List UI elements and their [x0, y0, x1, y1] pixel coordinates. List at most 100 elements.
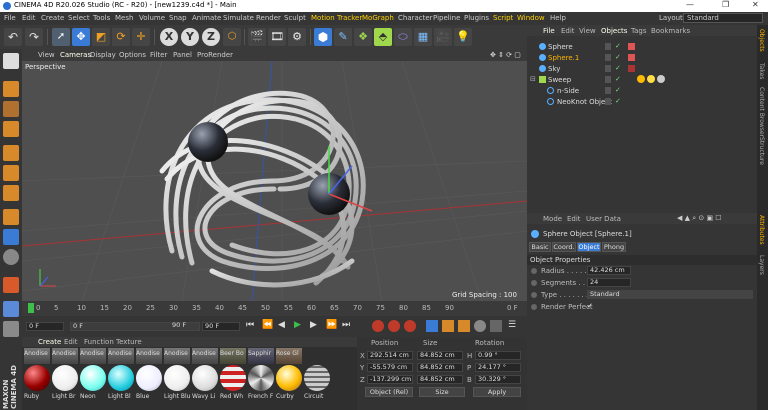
close-icon[interactable]: ✕ [752, 0, 759, 9]
minimize-icon[interactable]: — [686, 0, 694, 9]
tab-coord[interactable]: Coord. [552, 242, 576, 252]
enabled-check[interactable]: ✓ [615, 97, 621, 105]
material-tag-icon[interactable] [628, 54, 635, 61]
viewport-menu-prorender[interactable]: ProRender [197, 51, 233, 59]
menu-render[interactable]: Render [256, 14, 281, 22]
material-circuit[interactable] [304, 365, 330, 391]
material-menu-edit[interactable]: Edit [64, 338, 78, 346]
go-to-start-icon[interactable]: ⏮ [246, 320, 259, 332]
position-z-field[interactable]: -137.299 cm [367, 375, 413, 384]
am-menu-edit[interactable]: Edit [567, 215, 581, 223]
menu-window[interactable]: Window [517, 14, 545, 22]
om-menu-file[interactable]: File [543, 27, 555, 35]
menu-plugins[interactable]: Plugins [464, 14, 489, 22]
object-row-sphere-1[interactable]: Sphere.1 ✓ [527, 53, 757, 64]
move-icon[interactable]: ✥ [72, 28, 90, 46]
array-icon[interactable]: ⬘ [374, 28, 392, 46]
undo-icon[interactable]: ↶ [4, 28, 22, 46]
menu-pipeline[interactable]: Pipeline [433, 14, 460, 22]
deformer-icon[interactable]: ⬭ [394, 28, 412, 46]
menu-simulate[interactable]: Simulate [223, 14, 254, 22]
rotate-icon[interactable]: ⟳ [112, 28, 130, 46]
object-row-sphere[interactable]: Sphere ✓ [527, 42, 757, 53]
om-menu-view[interactable]: View [579, 27, 596, 35]
segments-field[interactable]: 24 [587, 278, 631, 287]
size-y-field[interactable]: 84.852 cm [417, 363, 463, 372]
side-tab-structure[interactable]: Structure [758, 137, 765, 165]
go-to-end-icon[interactable]: ⏭ [342, 320, 355, 332]
viewport-menu-panel[interactable]: Panel [173, 51, 192, 59]
position-y-field[interactable]: -55.579 cm [367, 363, 413, 372]
viewport-menu-options[interactable]: Options [119, 51, 146, 59]
position-key-icon[interactable] [426, 320, 438, 332]
play-icon[interactable]: ▶ [294, 320, 307, 332]
start-frame-field[interactable]: 0 F [26, 322, 64, 331]
layout-icon[interactable] [3, 321, 19, 337]
enabled-check[interactable]: ✓ [615, 42, 621, 50]
collapse-icon[interactable]: ⊟ [530, 75, 536, 83]
side-tab-takes[interactable]: Takes [758, 63, 765, 79]
max-frame-field[interactable]: 90 F [170, 322, 200, 331]
points-mode-icon[interactable] [3, 145, 19, 161]
menu-character[interactable]: Character [398, 14, 433, 22]
rotation-p-field[interactable]: 24.177 ° [475, 363, 521, 372]
maximize-icon[interactable]: ❐ [722, 0, 729, 9]
om-menu-objects[interactable]: Objects [601, 27, 627, 35]
next-key-icon[interactable]: ⏩ [326, 320, 339, 332]
position-x-field[interactable]: 292.514 cm [367, 351, 413, 360]
x-axis-icon[interactable]: X [160, 28, 178, 46]
material-light-blue[interactable] [108, 365, 134, 391]
om-menu-bookmarks[interactable]: Bookmarks [651, 27, 690, 35]
material-tag-icon[interactable] [628, 65, 635, 72]
menu-select[interactable]: Select [68, 14, 90, 22]
snapping-icon[interactable] [3, 249, 19, 265]
viewport-menu-display[interactable]: Display [90, 51, 116, 59]
type-anim-dot[interactable] [531, 292, 537, 298]
polygons-mode-icon[interactable] [3, 185, 19, 201]
render-perfect-checkbox[interactable]: ✓ [587, 302, 593, 310]
radius-field[interactable]: 42.426 cm [587, 266, 631, 275]
timeline-playhead[interactable] [28, 303, 34, 313]
y-axis-icon[interactable]: Y [181, 28, 199, 46]
size-z-field[interactable]: 84.852 cm [417, 375, 463, 384]
point-level-icon[interactable] [490, 320, 502, 332]
material-red-white[interactable] [220, 365, 246, 391]
z-axis-icon[interactable]: Z [202, 28, 220, 46]
material-light-bright[interactable] [52, 365, 78, 391]
object-row-neoknot[interactable]: NeoKnot Object ✓ [527, 97, 757, 108]
menu-file[interactable]: File [4, 14, 16, 22]
object-row-n-side[interactable]: n-Side ✓ [527, 86, 757, 97]
camera-icon[interactable]: 🎥 [434, 28, 452, 46]
material-ruby[interactable] [24, 365, 50, 391]
material-tag-icon[interactable] [637, 75, 645, 83]
am-menu-user-data[interactable]: User Data [586, 215, 621, 223]
visibility-dots[interactable] [605, 43, 611, 50]
step-back-icon[interactable]: ◀ [278, 320, 291, 332]
side-tab-objects[interactable]: Objects [758, 29, 765, 52]
object-row-sky[interactable]: Sky ✓ [527, 64, 757, 75]
material-blue[interactable] [136, 365, 162, 391]
autokey-icon[interactable] [388, 320, 400, 332]
step-forward-icon[interactable]: ▶ [310, 320, 323, 332]
tab-phong[interactable]: Phong [602, 242, 626, 252]
menu-mograph[interactable]: MoGraph [362, 14, 394, 22]
rotation-key-icon[interactable] [458, 320, 470, 332]
material-tag-icon[interactable] [628, 43, 635, 50]
material-menu-create[interactable]: Create [38, 338, 61, 346]
scale-icon[interactable]: ◩ [92, 28, 110, 46]
menu-volume[interactable]: Volume [139, 14, 165, 22]
render-view-icon[interactable]: 🎬 [248, 28, 266, 46]
rotation-h-field[interactable]: 0.99 ° [475, 351, 521, 360]
menu-sculpt[interactable]: Sculpt [284, 14, 306, 22]
viewport-menu-view[interactable]: View [38, 51, 55, 59]
floor-icon[interactable]: ▦ [414, 28, 432, 46]
segments-anim-dot[interactable] [531, 280, 537, 286]
workplane-lock-icon[interactable] [3, 277, 19, 293]
am-menu-mode[interactable]: Mode [543, 215, 562, 223]
material-tag-icon[interactable] [657, 75, 665, 83]
om-menu-edit[interactable]: Edit [561, 27, 575, 35]
menu-create[interactable]: Create [41, 14, 64, 22]
menu-script[interactable]: Script [493, 14, 513, 22]
visibility-dots[interactable] [605, 98, 611, 105]
parameter-key-icon[interactable] [474, 320, 486, 332]
